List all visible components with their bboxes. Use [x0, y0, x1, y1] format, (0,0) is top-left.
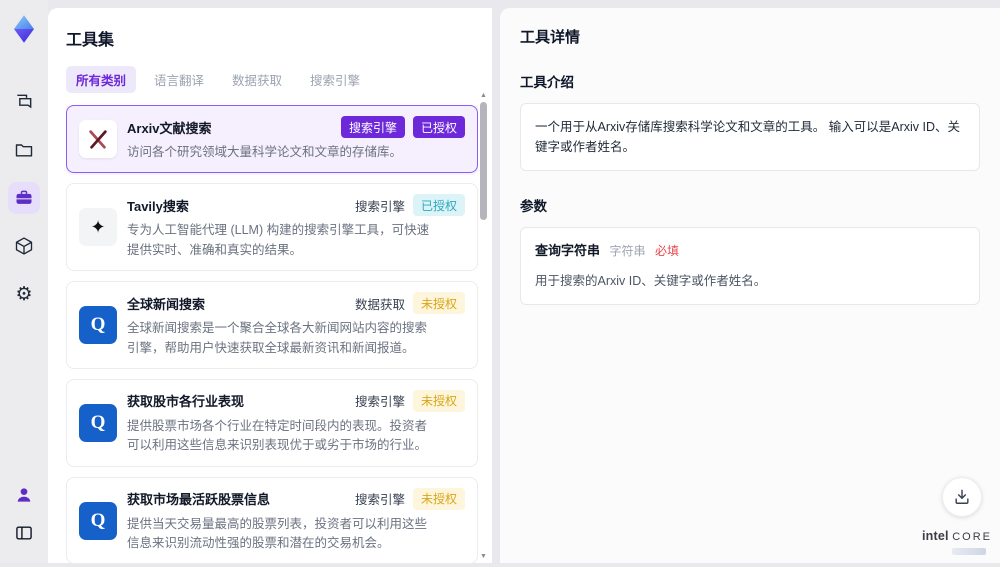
tool-auth-badge: 已授权 [412, 116, 465, 138]
tool-auth-badge: 未授权 [412, 292, 465, 315]
brand-core-text: core [952, 531, 992, 543]
tool-category-label: 搜索引擎 [354, 493, 405, 508]
category-tab[interactable]: 数据获取 [222, 66, 292, 93]
tool-category-label: 数据获取 [354, 297, 405, 312]
tool-title: 获取市场最活跃股票信息 [127, 492, 271, 508]
tool-list-item[interactable]: Q 获取市场最活跃股票信息 搜索引擎 未授权 提供当天交易量最高的股票列表，投资… [66, 476, 478, 565]
category-tab[interactable]: 语言翻译 [144, 66, 214, 93]
app-logo[interactable] [7, 12, 41, 46]
scroll-up-arrow[interactable]: ▲ [480, 92, 487, 99]
tool-description: 访问各个研究领域大量科学论文和文章的存储库。 [127, 145, 403, 159]
brand-intel-text: intel [922, 529, 949, 543]
tool-title: 获取股市各行业表现 [127, 394, 245, 410]
category-tab[interactable]: 搜索引擎 [300, 66, 370, 93]
intel-core-logo: intel core [922, 527, 990, 555]
app-sidebar: ⚙ [0, 0, 48, 563]
folder-icon[interactable] [8, 134, 40, 166]
tool-title: Arxiv文献搜索 [127, 120, 212, 136]
param-required-badge: 必填 [655, 244, 680, 258]
tool-title: 全球新闻搜索 [127, 296, 206, 312]
tool-icon [79, 120, 117, 159]
scroll-down-arrow[interactable]: ▼ [480, 553, 487, 560]
tool-category-label: 搜索引擎 [340, 116, 405, 138]
tool-description: 专为人工智能代理 (LLM) 构建的搜索引擎工具，可快速提供实时、准确和真实的结… [127, 223, 430, 257]
tool-auth-badge: 未授权 [412, 487, 465, 510]
param-name: 查询字符串 [535, 243, 601, 258]
params-heading: 参数 [520, 199, 547, 214]
tool-category-label: 搜索引擎 [354, 199, 405, 214]
tool-description: 提供股票市场各个行业在特定时间段内的表现。投资者可以利用这些信息来识别表现优于或… [127, 418, 428, 453]
tool-list-panel: 工具集 所有类别 语言翻译 数据获取 搜索引擎 Arxiv文献搜索 搜索引擎 已授权 … [48, 8, 492, 565]
param-description: 用于搜索的Arxiv ID、关键字或作者姓名。 [535, 273, 767, 288]
chat-icon[interactable] [8, 86, 40, 118]
tool-icon: Q [79, 403, 117, 442]
tool-list-item[interactable]: ✦ Tavily搜索 搜索引擎 已授权 专为人工智能代理 (LLM) 构建的搜索… [66, 183, 478, 272]
tool-list-item[interactable]: Arxiv文献搜索 搜索引擎 已授权 访问各个研究领域大量科学论文和文章的存储库… [66, 105, 478, 174]
intro-box: 一个用于从Arxiv存储库搜索科学论文和文章的工具。 输入可以是Arxiv ID… [520, 103, 980, 171]
tool-icon: ✦ [79, 208, 117, 247]
param-type: 字符串 [609, 244, 646, 258]
category-tab[interactable]: 所有类别 [66, 66, 137, 93]
tool-description: 提供当天交易量最高的股票列表，投资者可以利用这些信息来识别流动性强的股票和潜在的… [127, 516, 428, 550]
detail-title: 工具详情 [520, 29, 581, 46]
panel-toggle-icon[interactable] [8, 517, 40, 549]
download-button[interactable] [942, 477, 982, 517]
category-tabs: 所有类别 语言翻译 数据获取 搜索引擎 [66, 66, 492, 93]
intro-heading: 工具介绍 [520, 75, 574, 90]
tool-description: 全球新闻搜索是一个聚合全球各大新闻网站内容的搜索引擎，帮助用户快速获取全球最新资… [127, 321, 428, 355]
gear-icon[interactable]: ⚙ [8, 278, 40, 310]
tool-list: Arxiv文献搜索 搜索引擎 已授权 访问各个研究领域大量科学论文和文章的存储库… [66, 105, 478, 567]
tool-detail-panel: 工具详情 工具介绍 一个用于从Arxiv存储库搜索科学论文和文章的工具。 输入可… [500, 8, 1000, 563]
toolbox-icon[interactable] [8, 182, 40, 214]
tool-category-label: 搜索引擎 [354, 395, 405, 410]
tool-icon: Q [79, 501, 117, 540]
scrollbar: ▲ ▼ [479, 92, 489, 560]
page-title: 工具集 [66, 32, 115, 49]
tool-icon: Q [79, 306, 117, 344]
tool-auth-badge: 已授权 [412, 194, 465, 217]
intro-text: 一个用于从Arxiv存储库搜索科学论文和文章的工具。 输入可以是Arxiv ID… [535, 120, 961, 154]
param-box: 查询字符串 字符串 必填 用于搜索的Arxiv ID、关键字或作者姓名。 [520, 227, 980, 305]
tool-auth-badge: 未授权 [412, 389, 465, 412]
tool-title: Tavily搜索 [127, 198, 189, 214]
tool-list-item[interactable]: Q 获取股市各行业表现 搜索引擎 未授权 提供股票市场各个行业在特定时间段内的表… [66, 378, 478, 467]
cube-icon[interactable] [8, 230, 40, 262]
tool-list-item[interactable]: Q 全球新闻搜索 数据获取 未授权 全球新闻搜索是一个聚合全球各大新闻网站内容的… [66, 281, 478, 369]
user-icon[interactable] [8, 479, 40, 511]
brand-gradient-bar [952, 548, 986, 555]
scrollbar-thumb[interactable] [480, 102, 487, 220]
